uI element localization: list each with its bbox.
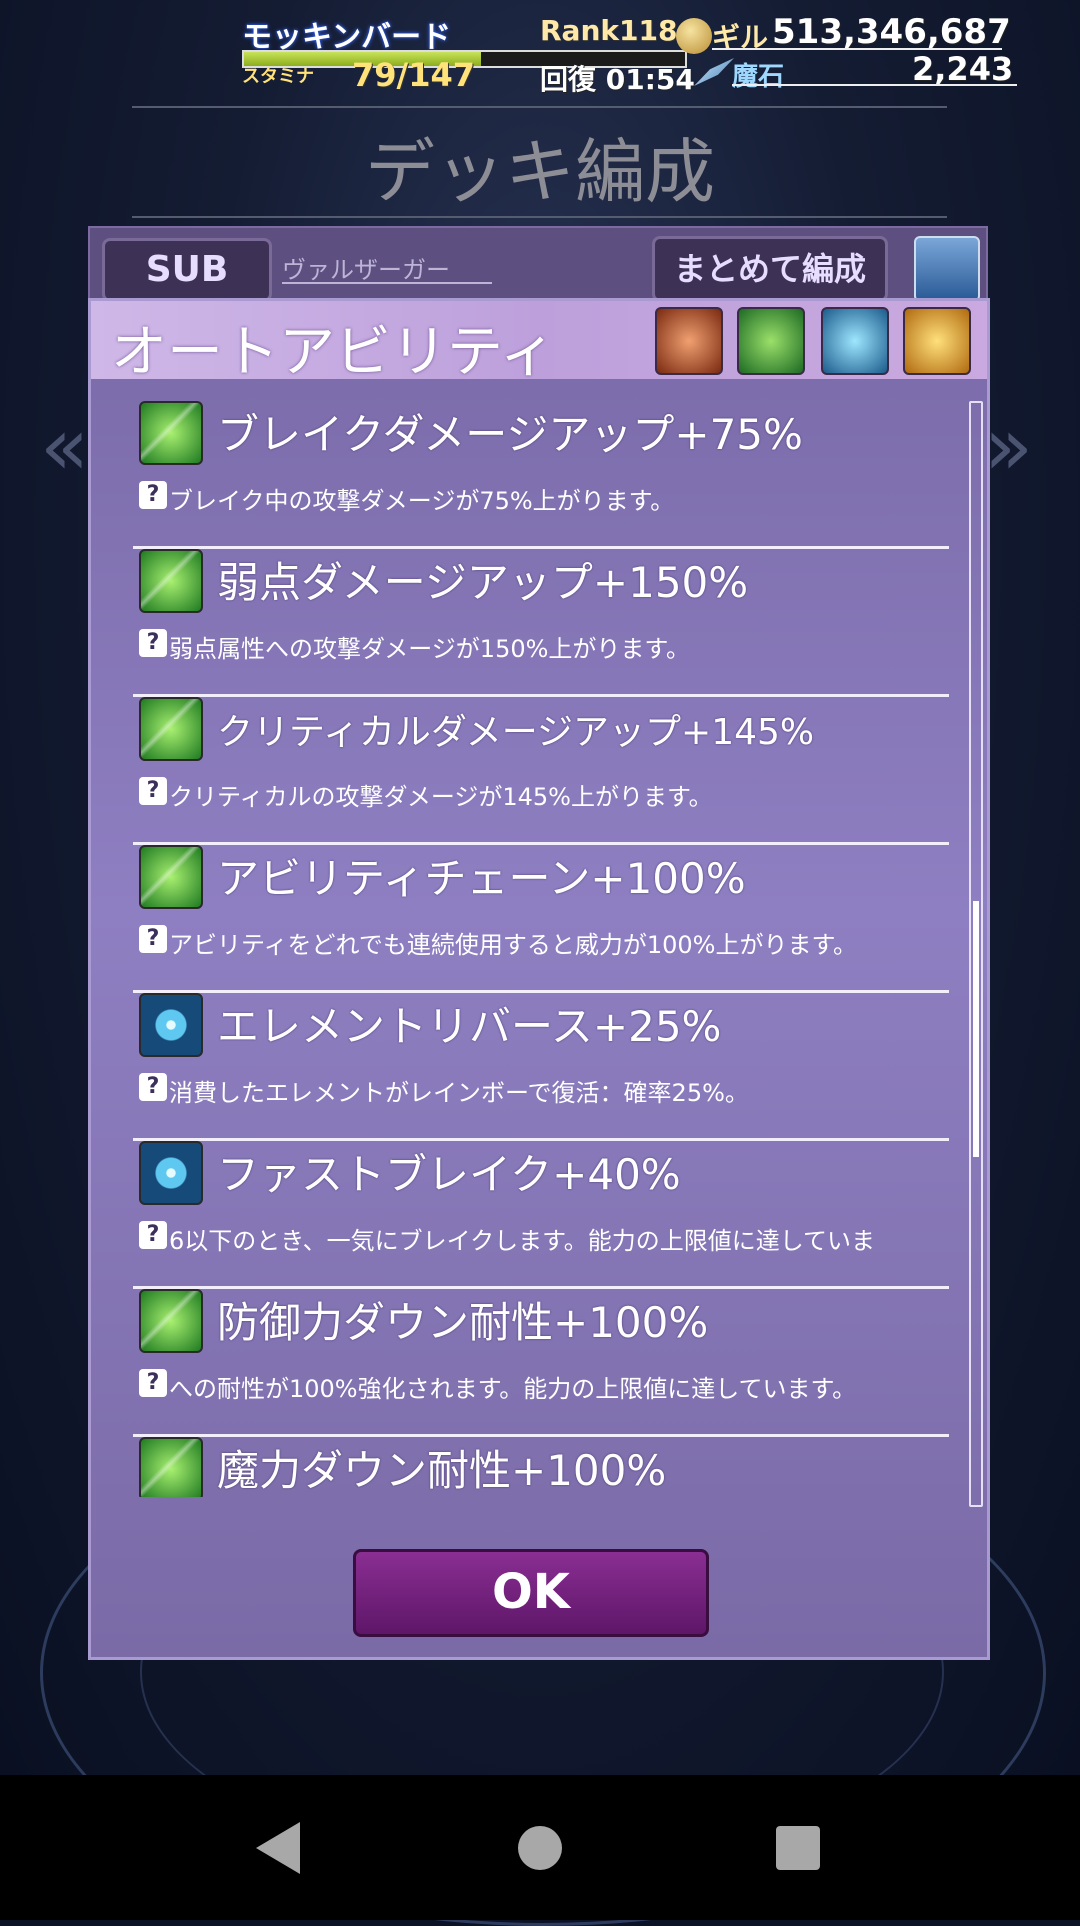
- gil-label: ギル: [712, 21, 769, 54]
- crystal-orange-icon: [655, 307, 723, 375]
- help-icon[interactable]: ?: [139, 629, 167, 657]
- help-icon[interactable]: ?: [139, 481, 167, 509]
- ability-name: エレメントリバース+25%: [217, 1002, 722, 1051]
- prev-arrow-icon[interactable]: «: [40, 400, 89, 493]
- ability-green-icon: [139, 401, 203, 465]
- stamina-label: スタミナ: [242, 66, 314, 87]
- ability-green-icon: [139, 1437, 203, 1497]
- gil-coin-icon: [676, 18, 712, 54]
- ability-name: クリティカルダメージアップ+145%: [217, 712, 815, 753]
- auto-ability-dialog: オートアビリティ ブレイクダメージアップ+75% ? ブレイク中の攻撃ダメージが…: [88, 298, 990, 1660]
- ability-green-icon: [139, 1289, 203, 1353]
- scrollbar[interactable]: [969, 401, 983, 1507]
- list-item: クリティカルダメージアップ+145% ? クリティカルの攻撃ダメージが145%上…: [133, 697, 949, 845]
- next-arrow-icon[interactable]: »: [984, 400, 1033, 493]
- magicite-icon: [694, 58, 734, 86]
- help-icon[interactable]: ?: [139, 1369, 167, 1397]
- stamina-value: 79/147: [352, 56, 476, 94]
- back-icon[interactable]: [256, 1822, 300, 1874]
- ability-description: クリティカルの攻撃ダメージが145%上がります。: [169, 783, 713, 811]
- ability-blue-icon: [139, 1141, 203, 1205]
- list-item: アビリティチェーン+100% ? アビリティをどれでも連続使用すると威力が100…: [133, 845, 949, 993]
- magicite-underline: [732, 84, 1017, 86]
- ability-description: 6以下のとき、一気にブレイクします。能力の上限値に達していま: [169, 1227, 875, 1255]
- help-icon[interactable]: ?: [139, 925, 167, 953]
- sub-button[interactable]: SUB: [102, 238, 272, 302]
- recovery-timer: 回復 01:54: [540, 63, 695, 96]
- ability-list[interactable]: ブレイクダメージアップ+75% ? ブレイク中の攻撃ダメージが75%上がります。…: [133, 401, 949, 1497]
- ability-name: 防御力ダウン耐性+100%: [217, 1298, 709, 1347]
- ability-description: への耐性が100%強化されます。能力の上限値に達しています。: [169, 1375, 857, 1403]
- swap-icon[interactable]: [914, 236, 980, 302]
- list-item: ファストブレイク+40% ? 6以下のとき、一気にブレイクします。能力の上限値に…: [133, 1141, 949, 1289]
- crystal-gold-icon: [903, 307, 971, 375]
- ability-name: 魔力ダウン耐性+100%: [217, 1446, 667, 1495]
- ok-button[interactable]: OK: [353, 1549, 709, 1637]
- ability-green-icon: [139, 697, 203, 761]
- title-rule-bottom: [132, 216, 947, 218]
- list-item: エレメントリバース+25% ? 消費したエレメントがレインボーで復活：確率25%…: [133, 993, 949, 1141]
- help-icon[interactable]: ?: [139, 1073, 167, 1101]
- ability-name: ファストブレイク+40%: [217, 1150, 681, 1199]
- list-item: 弱点ダメージアップ+150% ? 弱点属性への攻撃ダメージが150%上がります。: [133, 549, 949, 697]
- dialog-title: オートアビリティ: [111, 320, 556, 385]
- bulk-edit-button[interactable]: まとめて編成: [652, 236, 888, 302]
- ability-blue-icon: [139, 993, 203, 1057]
- character-name: ヴァルザーガー: [282, 256, 450, 284]
- list-item: ブレイクダメージアップ+75% ? ブレイク中の攻撃ダメージが75%上がります。: [133, 401, 949, 549]
- scrollbar-thumb[interactable]: [973, 901, 979, 1157]
- title-rule-top: [132, 106, 947, 108]
- recent-apps-icon[interactable]: [776, 1826, 820, 1870]
- ability-name: 弱点ダメージアップ+150%: [217, 558, 749, 607]
- ability-green-icon: [139, 845, 203, 909]
- ability-green-icon: [139, 549, 203, 613]
- ability-name: アビリティチェーン+100%: [217, 854, 746, 903]
- list-item: 防御力ダウン耐性+100% ? への耐性が100%強化されます。能力の上限値に達…: [133, 1289, 949, 1437]
- dialog-header: オートアビリティ: [91, 301, 987, 385]
- ability-description: 消費したエレメントがレインボーで復活：確率25%。: [169, 1079, 749, 1107]
- magicite-label: 魔石: [732, 62, 785, 92]
- page-title: デッキ編成: [365, 131, 715, 213]
- home-icon[interactable]: [518, 1826, 562, 1870]
- ability-description: 弱点属性への攻撃ダメージが150%上がります。: [169, 635, 691, 663]
- status-header: モッキンバード スタミナ 79/147 Rank118 回復 01:54 ギル …: [0, 0, 1080, 100]
- crystal-green-icon: [737, 307, 805, 375]
- list-item: 魔力ダウン耐性+100%: [133, 1437, 949, 1497]
- crystal-blue-icon: [821, 307, 889, 375]
- gil-value: 513,346,687: [772, 12, 1011, 52]
- help-icon[interactable]: ?: [139, 1221, 167, 1249]
- magicite-value: 2,243: [912, 50, 1014, 88]
- ability-name: ブレイクダメージアップ+75%: [217, 410, 803, 459]
- ability-description: アビリティをどれでも連続使用すると威力が100%上がります。: [169, 931, 858, 959]
- ability-description: ブレイク中の攻撃ダメージが75%上がります。: [169, 487, 675, 515]
- rank-value: Rank118: [540, 14, 678, 47]
- help-icon[interactable]: ?: [139, 777, 167, 805]
- character-name-underline: [282, 282, 492, 284]
